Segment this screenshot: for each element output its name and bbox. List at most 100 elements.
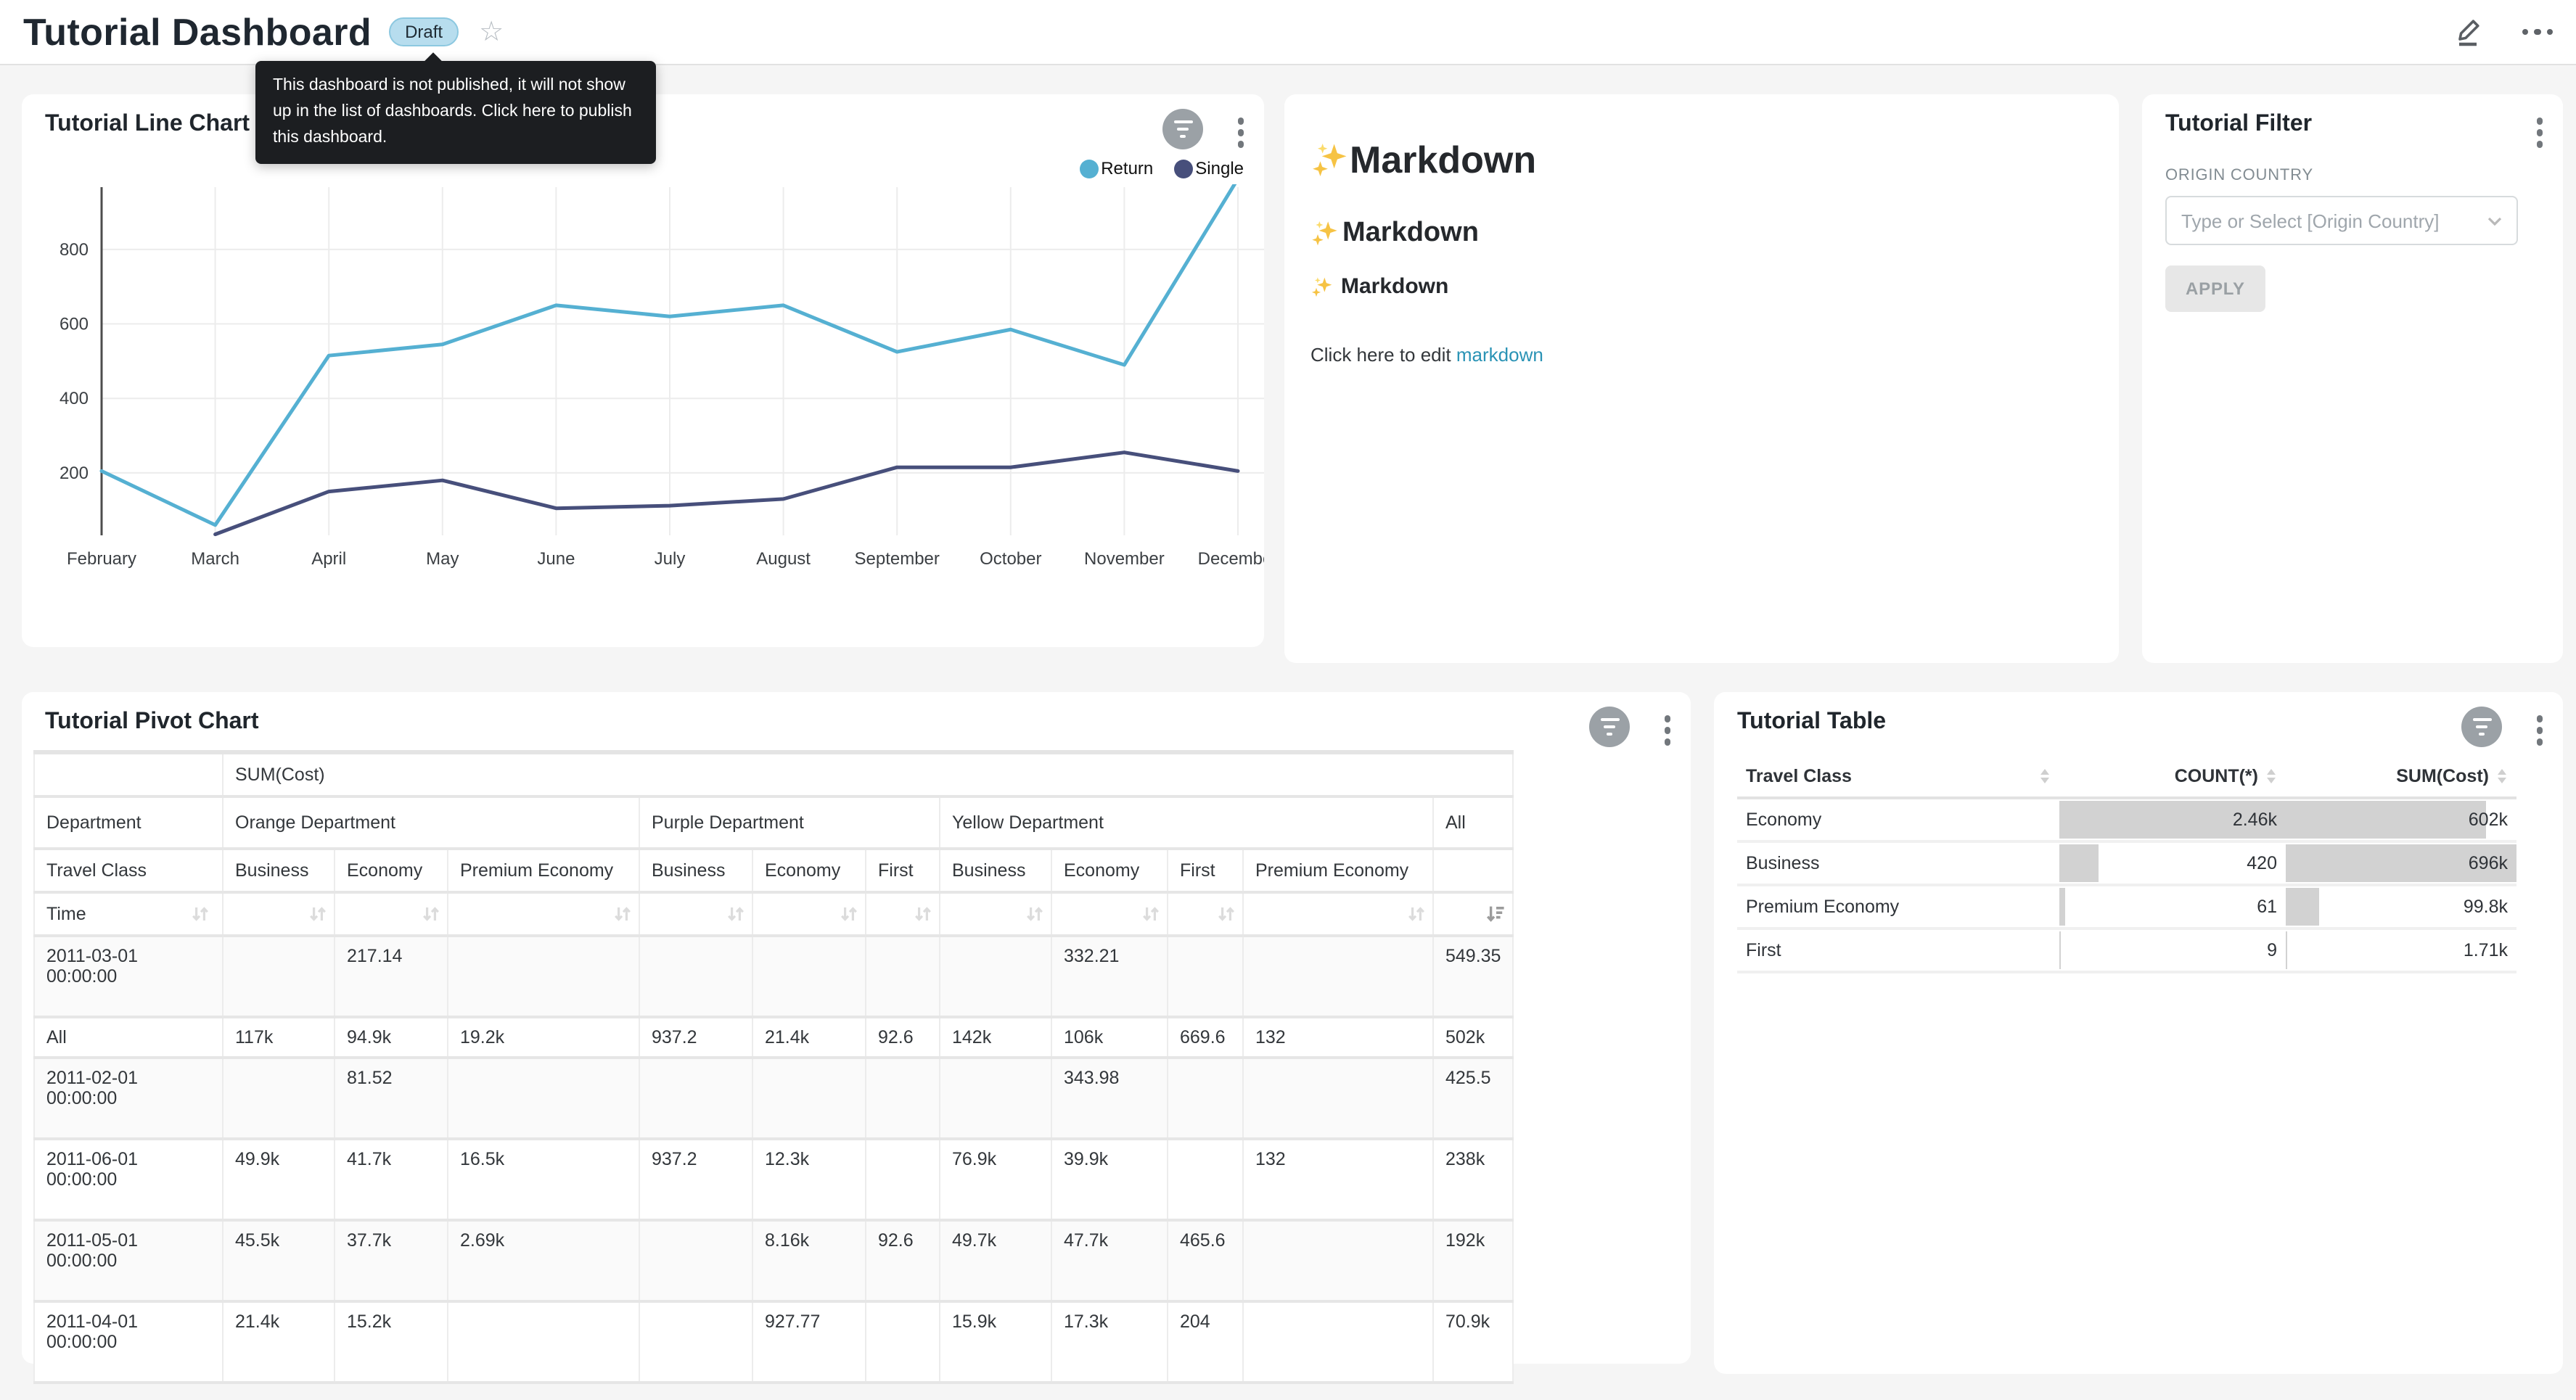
line-chart-plot[interactable]: FebruaryMarchAprilMayJuneJulyAugustSepte… [22,184,1264,588]
svg-text:March: March [191,549,239,569]
pivot-sort-header[interactable] [1243,892,1433,935]
pivot-sort-header[interactable] [335,892,448,935]
pivot-cell: 343.98 [1051,1057,1168,1138]
sparkles-icon [1310,219,1340,248]
pivot-cell [223,935,335,1016]
markdown-h1: Markdown [1310,138,2093,183]
pivot-sort-header[interactable] [223,892,335,935]
pivot-chart-title: Tutorial Pivot Chart [45,709,259,736]
table-row: Economy 2.46k 602k [1737,798,2516,841]
markdown-card: Markdown Markdown Markdown Click here to… [1284,94,2119,663]
table-title: Tutorial Table [1737,709,1886,736]
pivot-sort-header[interactable] [639,892,752,935]
pivot-cell: 47.7k [1051,1219,1168,1301]
chart-kebab-menu-icon[interactable] [1231,112,1250,153]
legend-item-single[interactable]: Single [1173,158,1244,178]
pivot-class-col: Economy [1051,848,1168,892]
pivot-sort-header[interactable] [1051,892,1168,935]
chart-kebab-menu-icon[interactable] [1658,709,1676,751]
svg-text:400: 400 [60,389,89,408]
pivot-dept-label: Department [34,796,223,848]
pivot-cell: 45.5k [223,1219,335,1301]
filter-kebab-menu-icon[interactable] [2530,112,2548,153]
origin-country-select[interactable]: Type or Select [Origin Country] [2165,196,2518,245]
pivot-cell [940,1057,1051,1138]
pivot-cell [752,1057,866,1138]
pivot-cell [223,1057,335,1138]
table-cell-sum: 1.71k [2286,928,2516,972]
column-header-sum-cost[interactable]: SUM(Cost) [2286,756,2516,798]
pivot-time-sort-header[interactable]: Time [34,892,223,935]
column-header-count[interactable]: COUNT(*) [2059,756,2286,798]
filter-card: Tutorial Filter ORIGIN COUNTRY Type or S… [2142,94,2563,663]
page-title: Tutorial Dashboard [23,9,372,54]
svg-text:200: 200 [60,464,89,483]
column-header-label: COUNT(*) [2175,766,2258,786]
pivot-cell: 37.7k [335,1219,448,1301]
table-cell-count: 9 [2059,928,2286,972]
column-header-label: SUM(Cost) [2396,766,2489,786]
favorite-star-icon[interactable]: ☆ [479,18,504,46]
draft-status-badge[interactable]: Draft [389,17,459,46]
pivot-cell: 217.14 [335,935,448,1016]
dashboard-header: Tutorial Dashboard Draft ☆ [0,0,2576,65]
pivot-row: 2011-03-01 00:00:00 217.14 332.21 549.35 [34,935,1513,1016]
filter-card-title: Tutorial Filter [2165,112,2312,138]
legend-item-return[interactable]: Return [1079,158,1153,178]
pivot-cell: 192k [1433,1219,1513,1301]
markdown-h3: Markdown [1310,274,2093,299]
pivot-sort-header[interactable] [448,892,639,935]
pivot-class-col: Business [639,848,752,892]
pivot-row: 2011-05-01 00:00:00 45.5k 37.7k 2.69k 8.… [34,1219,1513,1301]
pivot-class-label: Travel Class [34,848,223,892]
markdown-paragraph: Click here to edit markdown [1310,344,2093,366]
filter-indicator-icon[interactable] [1589,707,1630,747]
sort-both-icon [1406,903,1427,923]
sort-both-icon [190,903,210,923]
pivot-class-col: Economy [335,848,448,892]
column-header-travel-class[interactable]: Travel Class [1737,756,2059,798]
apply-filter-button[interactable]: APPLY [2165,265,2265,312]
pivot-cell: 669.6 [1168,1016,1243,1057]
pivot-row-label: 2011-05-01 00:00:00 [34,1219,223,1301]
pivot-cell [639,1219,752,1301]
markdown-edit-link[interactable]: markdown [1456,344,1543,366]
pivot-row-label: 2011-06-01 00:00:00 [34,1138,223,1219]
filter-indicator-icon[interactable] [2461,707,2502,747]
svg-text:February: February [67,549,136,569]
svg-text:April: April [311,549,346,569]
pivot-cell: 21.4k [223,1301,335,1382]
pivot-cell: 937.2 [639,1138,752,1219]
pivot-sort-header[interactable] [866,892,940,935]
svg-text:600: 600 [60,315,89,334]
edit-dashboard-icon[interactable] [2452,16,2484,48]
pivot-sort-header[interactable] [752,892,866,935]
dashboard-more-menu-icon[interactable] [2522,29,2553,36]
pivot-row-label: 2011-04-01 00:00:00 [34,1301,223,1382]
pivot-cell: 92.6 [866,1016,940,1057]
origin-country-label: ORIGIN COUNTRY [2165,167,2313,184]
pivot-cell: 76.9k [940,1138,1051,1219]
pivot-cell [448,1057,639,1138]
pivot-cell [448,935,639,1016]
pivot-group-all: All [1433,796,1513,848]
pivot-cell [1243,1057,1433,1138]
table-cell-count: 2.46k [2059,798,2286,841]
pivot-cell: 117k [223,1016,335,1057]
pivot-class-col: First [1168,848,1243,892]
travel-class-table: Travel Class COUNT(*) SUM(Cost) Economy … [1737,756,2516,973]
publish-tooltip[interactable]: This dashboard is not published, it will… [255,61,656,165]
table-cell-sum: 99.8k [2286,885,2516,928]
sort-both-icon [726,903,746,923]
chart-kebab-menu-icon[interactable] [2530,709,2548,751]
filter-indicator-icon[interactable] [1162,109,1203,149]
value-bar [2059,844,2098,882]
pivot-cell: 502k [1433,1016,1513,1057]
pivot-sorted-desc-header[interactable] [1433,892,1513,935]
pivot-cell: 19.2k [448,1016,639,1057]
pivot-cell [639,935,752,1016]
pivot-sort-header[interactable] [1168,892,1243,935]
pivot-sort-header[interactable] [940,892,1051,935]
pivot-row: 2011-06-01 00:00:00 49.9k 41.7k 16.5k 93… [34,1138,1513,1219]
pivot-cell [1168,935,1243,1016]
